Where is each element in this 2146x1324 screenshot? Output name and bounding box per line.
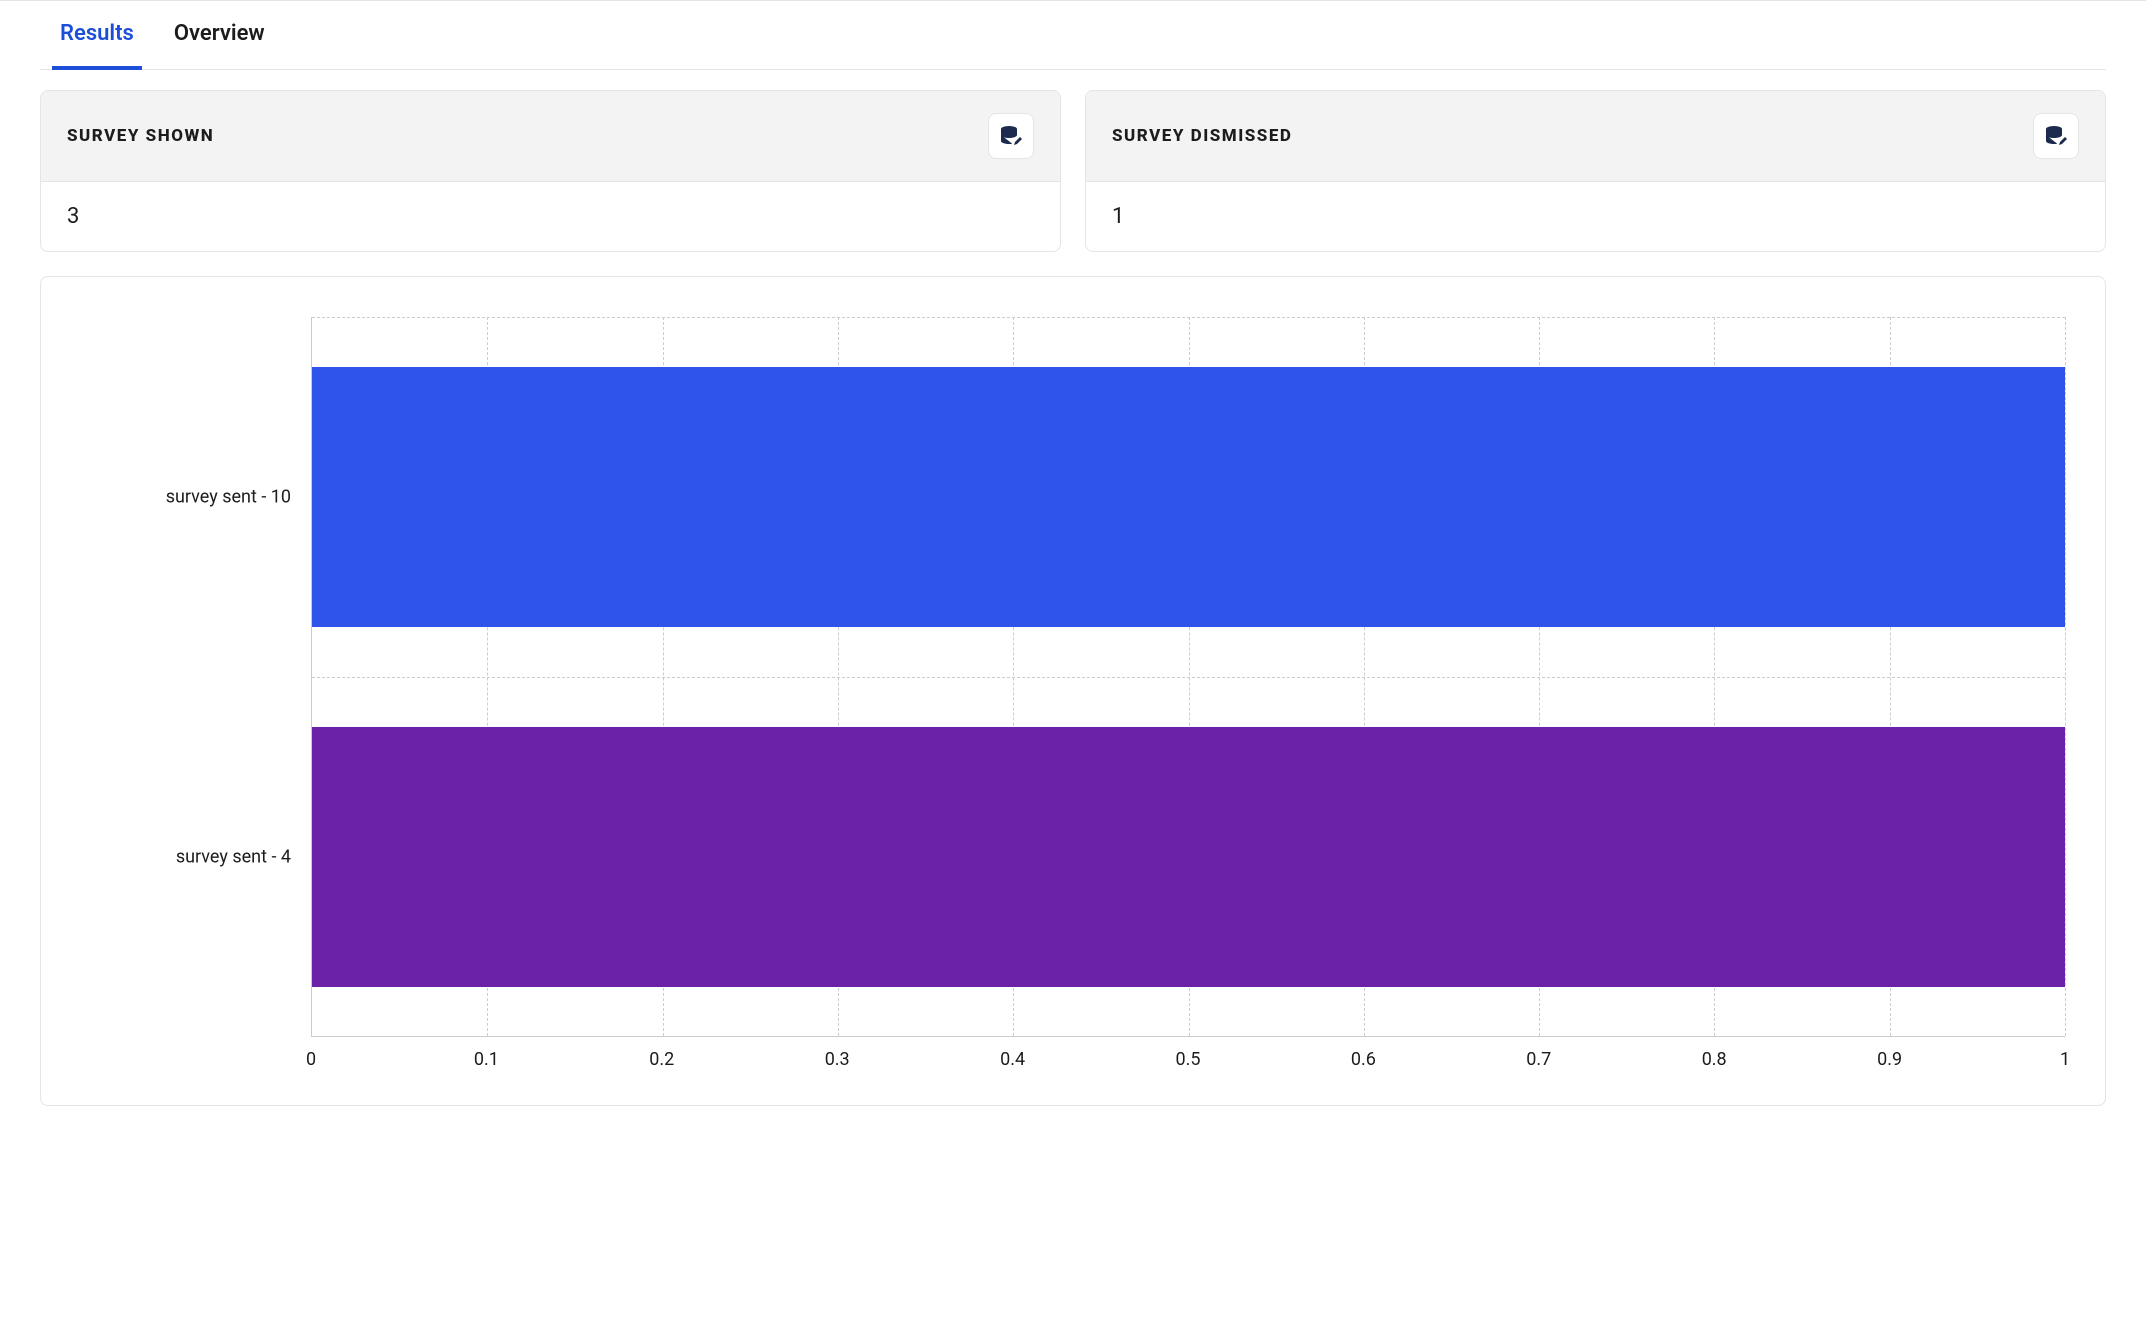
tab-results[interactable]: Results [52, 1, 142, 70]
x-tick-label: 0.9 [1877, 1049, 1902, 1070]
chart-bar [312, 727, 2065, 986]
y-category-label: survey sent - 10 [166, 487, 291, 508]
x-tick-label: 0.6 [1351, 1049, 1376, 1070]
x-tick-label: 0.3 [825, 1049, 850, 1070]
x-tick-label: 0.4 [1000, 1049, 1025, 1070]
card-title: SURVEY DISMISSED [1112, 126, 1292, 146]
chart-x-axis: 00.10.20.30.40.50.60.70.80.91 [311, 1049, 2065, 1075]
tabs: Results Overview [40, 1, 2106, 70]
card-title: SURVEY SHOWN [67, 126, 214, 146]
database-edit-icon [2044, 124, 2068, 148]
x-tick-label: 0 [306, 1049, 316, 1070]
data-source-button[interactable] [2033, 113, 2079, 159]
gridline-horizontal [312, 677, 2065, 678]
card-survey-dismissed: SURVEY DISMISSED 1 [1085, 90, 2106, 252]
x-tick-label: 0.8 [1702, 1049, 1727, 1070]
gridline-horizontal [312, 317, 2065, 318]
card-value: 3 [41, 182, 1060, 251]
chart-y-axis: survey sent - 10 survey sent - 4 [81, 317, 311, 1037]
x-tick-label: 0.5 [1176, 1049, 1201, 1070]
chart-plot-area [311, 317, 2065, 1037]
card-survey-shown: SURVEY SHOWN 3 [40, 90, 1061, 252]
x-tick-label: 0.7 [1526, 1049, 1551, 1070]
tab-overview[interactable]: Overview [166, 1, 273, 70]
gridline-vertical [2065, 317, 2066, 1036]
chart-panel: survey sent - 10 survey sent - 4 0 0.1 0.2 0… [40, 276, 2106, 1106]
chart-bar [312, 367, 2065, 626]
x-tick-label: 0.1 [474, 1049, 499, 1070]
x-tick-label: 1 [2060, 1049, 2070, 1070]
y-category-label: survey sent - 4 [176, 847, 291, 868]
card-value: 1 [1086, 182, 2105, 251]
database-edit-icon [999, 124, 1023, 148]
data-source-button[interactable] [988, 113, 1034, 159]
x-tick-label: 0.2 [649, 1049, 674, 1070]
